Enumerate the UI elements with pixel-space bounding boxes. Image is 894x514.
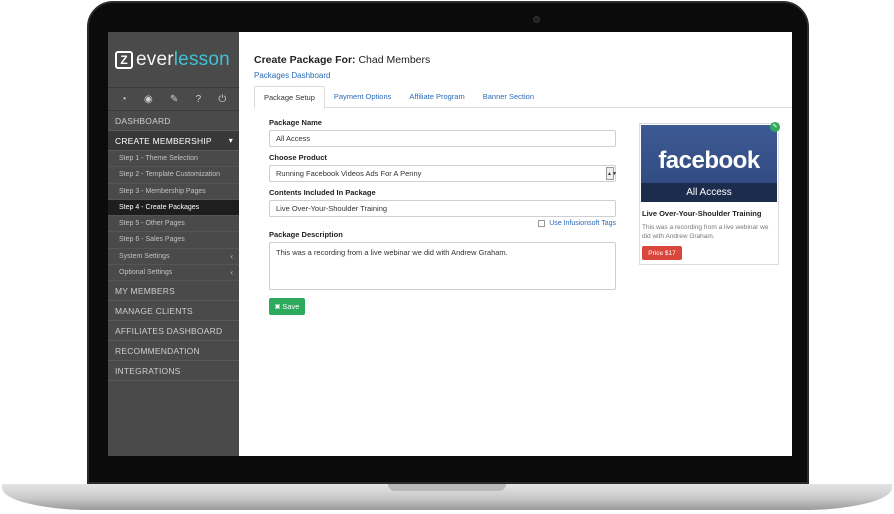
package-image-band: All Access (641, 183, 777, 202)
sidebar-item-integrations[interactable]: INTEGRATIONS (108, 361, 239, 382)
page-title-value: Chad Members (358, 54, 431, 66)
page-title: Create Package For: Chad Members (254, 54, 430, 66)
infusionsoft-checkbox[interactable] (538, 220, 546, 227)
breadcrumb-packages-dashboard[interactable]: Packages Dashboard (254, 71, 331, 80)
logo-icon: Z (115, 50, 133, 69)
tab-bar: Package Setup Payment Options Affiliate … (254, 86, 792, 109)
sidebar-item-affiliates-dashboard[interactable]: AFFILIATES DASHBOARD (108, 321, 239, 342)
help-icon[interactable]: ? (196, 94, 202, 105)
sidebar-item-my-members[interactable]: MY MEMBERS (108, 281, 239, 302)
package-image: facebook All Access ✎ (641, 122, 780, 202)
save-button[interactable]: ▣ Save (269, 298, 305, 315)
camera-icon (533, 16, 540, 23)
sidebar-step-2[interactable]: Step 2 - Template Customization (108, 167, 239, 184)
pencil-icon[interactable]: ✎ (170, 94, 178, 105)
package-form: Package Name All Access Choose Product R… (269, 112, 617, 315)
dashboard-gauge-icon[interactable]: ◔ (121, 94, 127, 105)
power-icon[interactable]: ⏻ (218, 94, 226, 105)
tab-package-setup[interactable]: Package Setup (254, 86, 325, 109)
description-textarea[interactable]: This was a recording from a live webinar… (269, 242, 616, 290)
eye-icon[interactable]: ◉ (144, 94, 153, 105)
sidebar-item-label: System Settings (119, 252, 170, 260)
tab-banner-section[interactable]: Banner Section (474, 86, 543, 107)
sidebar-step-4[interactable]: Step 4 - Create Packages (108, 199, 239, 217)
product-select[interactable]: Running Facebook Videos Ads For A Penny … (269, 165, 617, 182)
sidebar-item-dashboard[interactable]: DASHBOARD (108, 111, 239, 131)
save-icon: ▣ (274, 304, 281, 310)
edit-pencil-icon[interactable]: ✎ (770, 122, 780, 132)
sidebar-item-label: CREATE MEMBERSHIP (115, 136, 212, 146)
sidebar-item-manage-clients[interactable]: MANAGE CLIENTS (108, 301, 239, 322)
card-title: Live Over-Your-Shoulder Training (642, 209, 762, 218)
description-label: Package Description (269, 230, 343, 239)
contents-label: Contents Included In Package (269, 188, 376, 197)
package-image-text: facebook (658, 147, 760, 174)
package-name-label: Package Name (269, 118, 322, 127)
select-arrows-icon: ▲▼ (606, 167, 617, 180)
sidebar-toolbar: ◔ ◉ ✎ ? ⏻ (108, 88, 239, 111)
tab-payment-options[interactable]: Payment Options (325, 86, 401, 107)
sidebar: Z everlesson ◔ ◉ ✎ ? ⏻ DASHBOARD CREATE … (108, 32, 239, 456)
laptop-base-notch (388, 484, 506, 491)
infusionsoft-tags-toggle[interactable]: Use Infusionsoft Tags (269, 219, 616, 228)
sidebar-optional-settings[interactable]: Optional Settings ‹ (108, 265, 239, 282)
sidebar-system-settings[interactable]: System Settings ‹ (108, 249, 239, 266)
infusionsoft-tags-label[interactable]: Use Infusionsoft Tags (549, 220, 616, 227)
sidebar-item-create-membership[interactable]: CREATE MEMBERSHIP ▾ (108, 131, 239, 151)
product-label: Choose Product (269, 153, 327, 162)
main-content: Create Package For: Chad Members Package… (239, 32, 792, 456)
sidebar-item-recommendation[interactable]: RECOMMENDATION (108, 341, 239, 362)
card-description: This was a recording from a live webinar… (642, 224, 769, 240)
price-button[interactable]: Price $17 (642, 246, 682, 260)
page-title-label: Create Package For: (254, 54, 356, 66)
chevron-down-icon: ▾ (228, 136, 233, 145)
contents-input[interactable]: Live Over-Your-Shoulder Training (269, 200, 616, 217)
logo-text-prefix: ever (136, 48, 174, 70)
screen: Z everlesson ◔ ◉ ✎ ? ⏻ DASHBOARD CREATE … (108, 32, 792, 456)
sidebar-step-6[interactable]: Step 6 - Sales Pages (108, 232, 239, 249)
package-preview-card: facebook All Access ✎ Live Over-Your-Sho… (639, 122, 780, 265)
save-button-label: Save (282, 302, 300, 311)
chevron-left-icon: ‹ (230, 251, 233, 261)
logo-text-suffix: lesson (173, 48, 230, 70)
sidebar-item-label: Optional Settings (119, 269, 173, 277)
sidebar-step-5[interactable]: Step 5 - Other Pages (108, 216, 239, 233)
chevron-left-icon: ‹ (230, 268, 233, 278)
product-select-value: Running Facebook Videos Ads For A Penny (276, 169, 422, 178)
logo[interactable]: Z everlesson (108, 32, 239, 88)
sidebar-step-3[interactable]: Step 3 - Membership Pages (108, 184, 239, 200)
tab-affiliate-program[interactable]: Affiliate Program (400, 86, 473, 107)
package-name-input[interactable]: All Access (269, 130, 616, 147)
sidebar-step-1[interactable]: Step 1 - Theme Selection (108, 151, 239, 168)
